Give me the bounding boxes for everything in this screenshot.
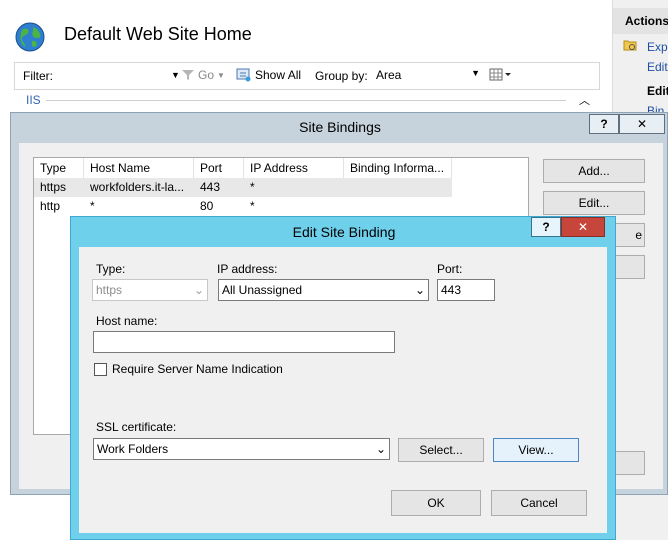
go-dropdown-arrow[interactable]: ▼ xyxy=(217,71,225,80)
go-button[interactable]: Go ▼ xyxy=(181,68,225,82)
iis-header: Default Web Site Home xyxy=(0,0,612,60)
table-cell[interactable]: * xyxy=(244,178,344,197)
sni-checkbox[interactable] xyxy=(94,363,107,376)
type-label: Type: xyxy=(96,262,126,276)
ssl-certificate-value: Work Folders xyxy=(97,442,169,456)
help-button[interactable]: ? xyxy=(531,217,561,237)
funnel-icon xyxy=(182,70,194,80)
action-explore[interactable]: Expl xyxy=(647,40,668,54)
sni-label[interactable]: Require Server Name Indication xyxy=(112,362,283,376)
close-button[interactable]: ✕ xyxy=(561,217,605,237)
view-mode-icon[interactable] xyxy=(489,67,513,83)
table-cell[interactable]: https xyxy=(34,178,84,197)
column-header-type[interactable]: Type xyxy=(34,158,84,178)
edit-site-binding-dialog: Edit Site Binding ? ✕ Type: https ⌄ IP a… xyxy=(70,216,616,540)
chevron-down-icon: ⌄ xyxy=(414,283,425,297)
globe-icon xyxy=(15,22,45,52)
show-all-icon xyxy=(236,68,251,82)
group-by-select[interactable]: Area ▼ xyxy=(372,66,482,84)
iis-section-label[interactable]: IIS xyxy=(26,93,41,107)
ssl-certificate-select[interactable]: Work Folders ⌄ xyxy=(93,438,390,460)
port-field[interactable]: 443 xyxy=(437,279,495,301)
action-edit-site-header: Edit xyxy=(647,84,668,98)
group-by-label: Group by: xyxy=(315,69,368,83)
ip-address-label: IP address: xyxy=(217,262,278,276)
action-edit-permissions[interactable]: Edit xyxy=(647,60,668,74)
dialog-title: Site Bindings xyxy=(299,119,381,135)
table-cell[interactable]: workfolders.it-la... xyxy=(84,178,194,197)
view-certificate-button[interactable]: View... xyxy=(493,438,579,462)
host-name-field[interactable] xyxy=(93,331,395,353)
help-button[interactable]: ? xyxy=(589,114,619,134)
table-cell[interactable]: 80 xyxy=(194,197,244,216)
type-value: https xyxy=(96,283,123,297)
column-header-host-name[interactable]: Host Name xyxy=(84,158,194,178)
add-binding-button[interactable]: Add... xyxy=(543,159,645,183)
cancel-button[interactable]: Cancel xyxy=(491,490,587,516)
ok-button[interactable]: OK xyxy=(391,490,481,516)
chevron-down-icon: ▼ xyxy=(471,68,480,78)
host-name-label: Host name: xyxy=(96,314,158,328)
close-button[interactable]: ✕ xyxy=(619,114,665,134)
section-divider xyxy=(46,100,566,101)
filter-label: Filter: xyxy=(23,69,53,83)
group-by-value: Area xyxy=(376,68,402,82)
folder-icon xyxy=(623,40,637,51)
ssl-certificate-label: SSL certificate: xyxy=(96,420,177,434)
table-cell[interactable]: * xyxy=(244,197,344,216)
collapse-icon[interactable]: ︿ xyxy=(579,92,590,108)
table-cell[interactable]: http xyxy=(34,197,84,216)
dialog-body: Type: https ⌄ IP address: All Unassigned… xyxy=(79,247,607,533)
column-header-port[interactable]: Port xyxy=(194,158,244,178)
ip-address-select[interactable]: All Unassigned ⌄ xyxy=(218,279,429,301)
port-label: Port: xyxy=(437,262,463,276)
type-select: https ⌄ xyxy=(92,279,208,301)
table-cell[interactable]: 443 xyxy=(194,178,244,197)
column-header-binding-info[interactable]: Binding Informa... xyxy=(344,158,452,178)
chevron-down-icon: ⌄ xyxy=(193,283,204,297)
filter-toolbar: Filter: ▼ Go ▼ Show All Group by: Area ▼ xyxy=(14,62,600,90)
ip-address-value: All Unassigned xyxy=(222,283,303,297)
chevron-down-icon: ⌄ xyxy=(375,442,386,456)
column-header-ip-address[interactable]: IP Address xyxy=(244,158,344,178)
go-label: Go xyxy=(198,68,215,82)
select-certificate-button[interactable]: Select... xyxy=(398,438,484,462)
page-title: Default Web Site Home xyxy=(64,24,252,44)
filter-dropdown-arrow[interactable]: ▼ xyxy=(171,70,180,80)
show-all-button[interactable]: Show All xyxy=(236,68,301,82)
table-cell[interactable]: * xyxy=(84,197,194,216)
edit-binding-button[interactable]: Edit... xyxy=(543,191,645,215)
actions-title: Actions xyxy=(625,14,668,28)
actions-header: Actions xyxy=(613,8,668,34)
show-all-label: Show All xyxy=(255,68,302,82)
